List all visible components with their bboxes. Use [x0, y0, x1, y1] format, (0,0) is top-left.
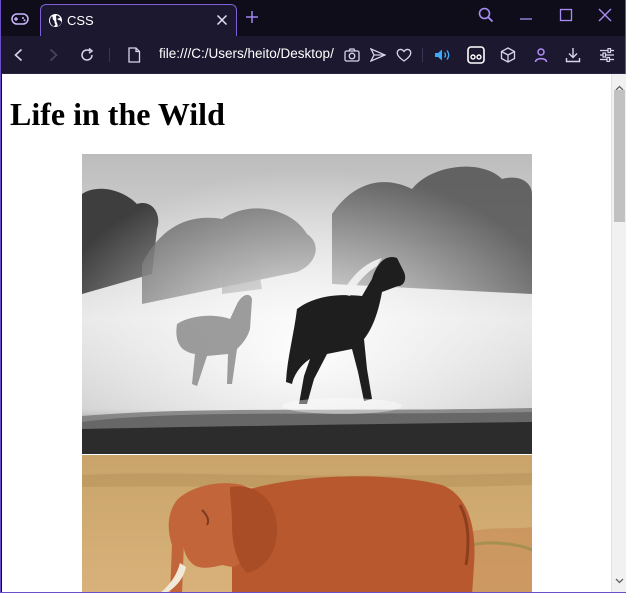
- settings-sliders-icon[interactable]: [597, 45, 617, 65]
- close-icon[interactable]: [214, 12, 230, 28]
- maximize-icon[interactable]: [555, 5, 577, 25]
- globe-icon: [48, 13, 63, 33]
- search-icon[interactable]: [475, 5, 497, 25]
- send-icon[interactable]: [368, 45, 388, 65]
- reader-icon[interactable]: [466, 45, 486, 65]
- reload-icon[interactable]: [77, 45, 97, 65]
- page-icon[interactable]: [124, 45, 144, 65]
- speaker-icon[interactable]: [433, 45, 453, 65]
- address-bar[interactable]: file:///C:/Users/heito/Desktop/: [159, 46, 334, 61]
- camera-icon[interactable]: [342, 45, 362, 65]
- download-icon[interactable]: [563, 45, 583, 65]
- heart-icon[interactable]: [394, 45, 414, 65]
- elephant-photo: [82, 455, 532, 592]
- window-close-icon[interactable]: [594, 5, 616, 25]
- tab-title: CSS: [67, 13, 94, 28]
- browser-window: CSS file:///C:/Users/heito/Desktop/ Life…: [0, 0, 626, 593]
- tab-css[interactable]: CSS: [40, 4, 237, 36]
- page-title: Life in the Wild: [10, 96, 225, 132]
- back-icon[interactable]: [9, 45, 29, 65]
- navigation-toolbar: file:///C:/Users/heito/Desktop/: [1, 36, 625, 74]
- new-tab-button[interactable]: [244, 9, 260, 25]
- tab-bar: CSS: [1, 0, 625, 36]
- gamepad-icon[interactable]: [7, 8, 33, 30]
- horses-photo: [82, 154, 532, 454]
- page-content: Life in the Wild: [2, 74, 611, 592]
- cube-icon[interactable]: [498, 45, 518, 65]
- profile-icon[interactable]: [531, 45, 551, 65]
- scrollbar-thumb[interactable]: [614, 90, 625, 222]
- scroll-down-icon[interactable]: [615, 571, 624, 589]
- vertical-scrollbar[interactable]: [611, 74, 626, 592]
- plus-icon: [246, 11, 258, 23]
- minimize-icon[interactable]: [515, 5, 537, 25]
- forward-icon[interactable]: [43, 45, 63, 65]
